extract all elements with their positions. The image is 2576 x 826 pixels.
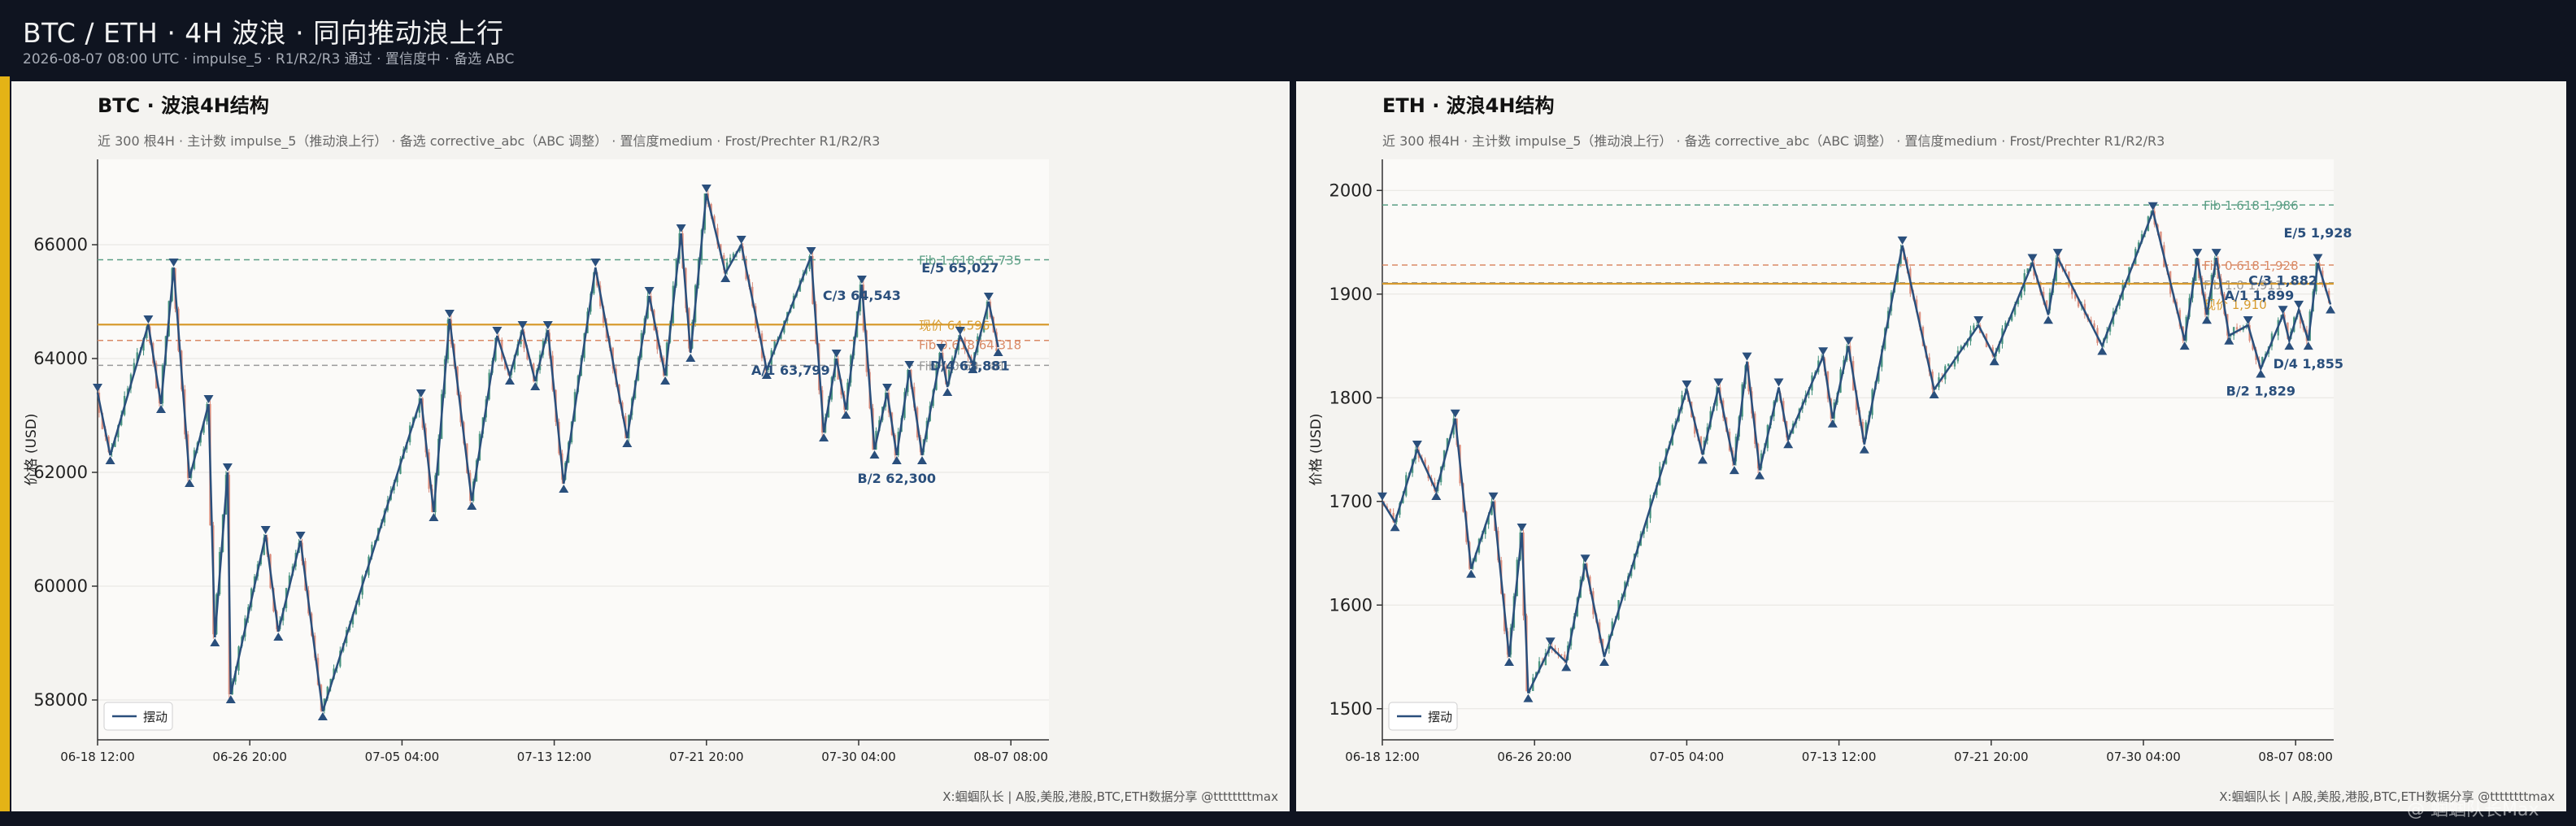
eth-candle-body bbox=[2235, 327, 2239, 330]
eth-candle-body bbox=[1947, 363, 1950, 367]
btc-wave-label: D/4 63,881 bbox=[930, 358, 1010, 373]
btc-x-tick-label: 08-07 08:00 bbox=[973, 750, 1048, 764]
eth-x-tick-label: 08-07 08:00 bbox=[2258, 750, 2333, 764]
btc-wave-label: B/2 62,300 bbox=[858, 471, 936, 486]
eth-y-tick-label: 1500 bbox=[1329, 699, 1373, 719]
eth-plot-area bbox=[1382, 159, 2334, 740]
eth-wave-label: C/3 1,882 bbox=[2248, 273, 2317, 289]
btc-x-tick-label: 06-26 20:00 bbox=[212, 750, 287, 764]
btc-footer: X:蝈蝈队长 | A股,美股,港股,BTC,ETH数据分享 @ttttttttm… bbox=[942, 789, 1278, 804]
eth-wave-label: D/4 1,855 bbox=[2274, 356, 2343, 372]
btc-wave-label: C/3 64,543 bbox=[823, 288, 901, 303]
eth-level-label: Fib 1.618 1,986 bbox=[2204, 198, 2299, 213]
btc-y-axis-label: 价格 (USD) bbox=[24, 414, 40, 486]
eth-chart: 1500 1600 1700 1800 1900 2000 06-18 12:00 06-26… bbox=[1308, 159, 2352, 764]
eth-x-tick-label: 07-13 12:00 bbox=[1802, 750, 1877, 764]
btc-x-tick-label: 07-13 12:00 bbox=[517, 750, 592, 764]
eth-y-tick-label: 1700 bbox=[1329, 492, 1373, 511]
eth-wave-label: B/2 1,829 bbox=[2226, 383, 2295, 398]
eth-wave-label: A/1 1,899 bbox=[2225, 288, 2295, 303]
page-subtitle: 2026-08-07 08:00 UTC · impulse_5 · R1/R2… bbox=[23, 51, 515, 67]
btc-y-tick-label: 60000 bbox=[33, 576, 88, 596]
page-title: BTC / ETH · 4H 波浪 · 同向推动浪上行 bbox=[23, 17, 504, 49]
btc-level-label: Fib 0.618 64,318 bbox=[919, 337, 1021, 352]
eth-x-tick-label: 06-18 12:00 bbox=[1345, 750, 1420, 764]
eth-x-tick-label: 07-21 20:00 bbox=[1954, 750, 2029, 764]
eth-y-tick-label: 2000 bbox=[1329, 180, 1373, 200]
eth-wave-label: E/5 1,928 bbox=[2283, 225, 2352, 241]
eth-x-tick-label: 07-05 04:00 bbox=[1650, 750, 1725, 764]
eth-legend-label: 摆动 bbox=[1428, 710, 1452, 724]
btc-chart: 58000 60000 62000 64000 66000 06-18 12:00 06-2… bbox=[24, 159, 1049, 764]
btc-y-tick-label: 64000 bbox=[33, 349, 88, 368]
accent-bar bbox=[0, 76, 10, 811]
btc-x-tick-label: 07-30 04:00 bbox=[821, 750, 896, 764]
btc-y-tick-label: 66000 bbox=[33, 235, 88, 254]
eth-chart-panel: ETH · 波浪4H结构 近 300 根4H · 主计数 impulse_5（推… bbox=[1296, 81, 2566, 811]
btc-wave-label: A/1 63,799 bbox=[751, 363, 830, 378]
eth-y-tick-label: 1600 bbox=[1329, 595, 1373, 615]
btc-level-label: 现价 64,596 bbox=[919, 318, 990, 333]
eth-x-tick-label: 06-26 20:00 bbox=[1497, 750, 1572, 764]
eth-y-axis-label: 价格 (USD) bbox=[1308, 414, 1325, 486]
btc-x-tick-label: 07-05 04:00 bbox=[365, 750, 440, 764]
btc-x-tick-label: 06-18 12:00 bbox=[60, 750, 135, 764]
btc-y-tick-label: 62000 bbox=[33, 463, 88, 482]
eth-y-tick-label: 1800 bbox=[1329, 388, 1373, 407]
btc-y-tick-label: 58000 bbox=[33, 690, 88, 710]
btc-chart-panel: BTC · 波浪4H结构 近 300 根4H · 主计数 impulse_5（推… bbox=[11, 81, 1290, 811]
eth-candle-body bbox=[1560, 654, 1563, 656]
eth-x-tick-label: 07-30 04:00 bbox=[2106, 750, 2181, 764]
btc-x-tick-label: 07-21 20:00 bbox=[669, 750, 744, 764]
btc-wave-label: E/5 65,027 bbox=[921, 260, 999, 276]
watermark: @ 蝈蝈队长Max bbox=[2407, 800, 2539, 820]
btc-legend-label: 摆动 bbox=[143, 710, 168, 724]
eth-y-tick-label: 1900 bbox=[1329, 285, 1373, 304]
